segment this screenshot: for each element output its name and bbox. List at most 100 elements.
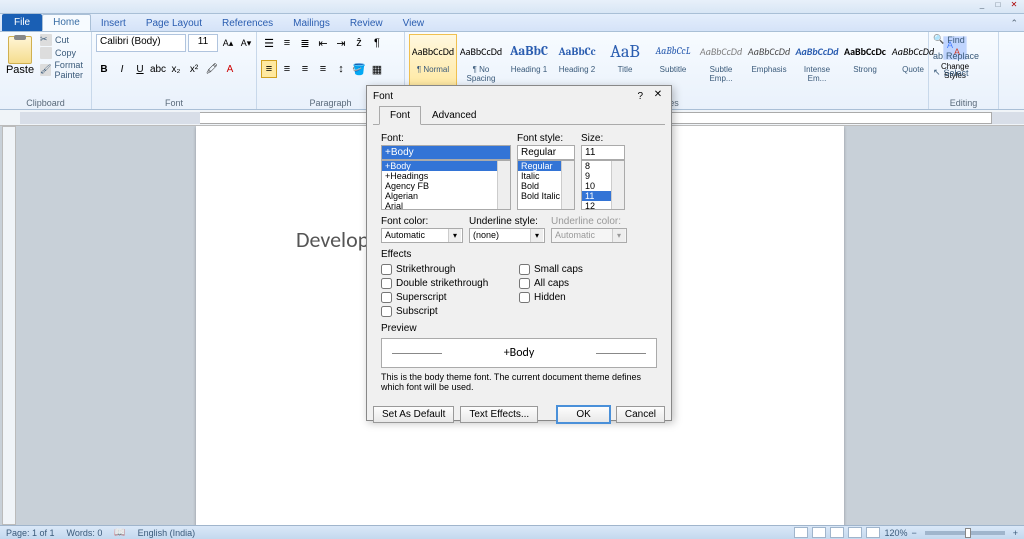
ok-button[interactable]: OK xyxy=(557,406,609,423)
status-language[interactable]: English (India) xyxy=(138,528,196,538)
view-print-layout-button[interactable] xyxy=(794,527,808,538)
tab-mailings[interactable]: Mailings xyxy=(283,16,340,31)
style-item[interactable]: AaBbCcDd¶ Normal xyxy=(409,34,457,88)
style-item[interactable]: AaBbCHeading 1 xyxy=(505,34,553,88)
sort-button[interactable]: ẑ xyxy=(351,34,367,52)
font-listbox[interactable]: +Body+HeadingsAgency FBAlgerianArial xyxy=(381,160,511,210)
subscript-button[interactable]: x₂ xyxy=(168,60,184,78)
maximize-button[interactable]: □ xyxy=(990,0,1006,12)
size-input[interactable] xyxy=(581,145,625,160)
tab-page-layout[interactable]: Page Layout xyxy=(136,16,212,31)
line-spacing-button[interactable]: ↕ xyxy=(333,60,349,78)
font-color-dropdown[interactable]: Automatic xyxy=(381,228,463,243)
view-draft-button[interactable] xyxy=(866,527,880,538)
font-list-item[interactable]: +Headings xyxy=(382,171,510,181)
effect-checkbox[interactable]: Small caps xyxy=(519,264,657,275)
zoom-percent[interactable]: 120% xyxy=(884,528,907,538)
tab-home[interactable]: Home xyxy=(42,14,91,31)
size-list-item[interactable]: 12 xyxy=(582,201,624,210)
status-words[interactable]: Words: 0 xyxy=(67,528,103,538)
effect-checkbox[interactable]: Superscript xyxy=(381,292,519,303)
shading-button[interactable]: 🪣 xyxy=(351,60,367,78)
cancel-button[interactable]: Cancel xyxy=(616,406,665,423)
tab-insert[interactable]: Insert xyxy=(91,16,136,31)
shrink-font-button[interactable]: A▾ xyxy=(238,34,254,52)
zoom-out-button[interactable]: − xyxy=(911,528,916,538)
style-gallery[interactable]: AaBbCcDd¶ NormalAaBbCcDd¶ No SpacingAaBb… xyxy=(409,34,937,88)
checkbox-input[interactable] xyxy=(381,292,392,303)
text-effects-button[interactable]: Text Effects... xyxy=(460,406,538,423)
font-list-item[interactable]: Agency FB xyxy=(382,181,510,191)
bullets-button[interactable]: ☰ xyxy=(261,34,277,52)
align-center-button[interactable]: ≡ xyxy=(279,60,295,78)
font-input[interactable] xyxy=(381,145,511,160)
dialog-close-button[interactable]: ✕ xyxy=(651,89,665,103)
size-list-item[interactable]: 10 xyxy=(582,181,624,191)
checkbox-input[interactable] xyxy=(519,278,530,289)
font-size-dropdown[interactable]: 11 xyxy=(188,34,218,52)
font-name-dropdown[interactable]: Calibri (Body) xyxy=(96,34,186,52)
font-list-item[interactable]: Algerian xyxy=(382,191,510,201)
numbering-button[interactable]: ≡ xyxy=(279,34,295,52)
underline-button[interactable]: U xyxy=(132,60,148,78)
align-right-button[interactable]: ≡ xyxy=(297,60,313,78)
format-painter-button[interactable]: 🖌Format Painter xyxy=(40,60,87,80)
style-item[interactable]: AaBbCcHeading 2 xyxy=(553,34,601,88)
style-list-item[interactable]: Bold xyxy=(518,181,574,191)
style-list-item[interactable]: Regular xyxy=(518,161,574,171)
status-proof-icon[interactable]: 📖 xyxy=(114,527,125,538)
status-page[interactable]: Page: 1 of 1 xyxy=(6,528,55,538)
effect-checkbox[interactable]: Strikethrough xyxy=(381,264,519,275)
tab-file[interactable]: File xyxy=(2,14,42,31)
effect-checkbox[interactable]: Subscript xyxy=(381,306,519,317)
font-list-item[interactable]: Arial xyxy=(382,201,510,210)
highlight-button[interactable]: 🖍 xyxy=(204,60,220,78)
zoom-in-button[interactable]: + xyxy=(1013,528,1018,538)
checkbox-input[interactable] xyxy=(519,292,530,303)
view-web-layout-button[interactable] xyxy=(830,527,844,538)
show-hide-button[interactable]: ¶ xyxy=(369,34,385,52)
dialog-tab-font[interactable]: Font xyxy=(379,106,421,125)
size-listbox[interactable]: 89101112 xyxy=(581,160,625,210)
style-item[interactable]: AaBbCcDcStrong xyxy=(841,34,889,88)
effect-checkbox[interactable]: All caps xyxy=(519,278,657,289)
strikethrough-button[interactable]: abc xyxy=(150,60,166,78)
set-default-button[interactable]: Set As Default xyxy=(373,406,454,423)
checkbox-input[interactable] xyxy=(381,306,392,317)
window-close-button[interactable]: ✕ xyxy=(1006,0,1022,12)
multilevel-button[interactable]: ≣ xyxy=(297,34,313,52)
borders-button[interactable]: ▦ xyxy=(369,60,385,78)
size-list-item[interactable]: 11 xyxy=(582,191,624,201)
view-full-screen-button[interactable] xyxy=(812,527,826,538)
decrease-indent-button[interactable]: ⇤ xyxy=(315,34,331,52)
select-button[interactable]: ↖Select xyxy=(933,67,969,78)
replace-button[interactable]: abReplace xyxy=(933,51,979,61)
copy-button[interactable]: Copy xyxy=(40,47,87,59)
grow-font-button[interactable]: A▴ xyxy=(220,34,236,52)
tab-view[interactable]: View xyxy=(393,16,435,31)
justify-button[interactable]: ≡ xyxy=(315,60,331,78)
checkbox-input[interactable] xyxy=(381,278,392,289)
cut-button[interactable]: ✂Cut xyxy=(40,34,87,46)
style-item[interactable]: AaBbCcDdSubtle Emp... xyxy=(697,34,745,88)
style-item[interactable]: AaBbCcDdEmphasis xyxy=(745,34,793,88)
style-item[interactable]: AaBbCcLSubtitle xyxy=(649,34,697,88)
zoom-slider[interactable] xyxy=(925,531,1005,535)
checkbox-input[interactable] xyxy=(381,264,392,275)
bold-button[interactable]: B xyxy=(96,60,112,78)
tab-review[interactable]: Review xyxy=(340,16,393,31)
underline-style-dropdown[interactable]: (none) xyxy=(469,228,545,243)
effect-checkbox[interactable]: Hidden xyxy=(519,292,657,303)
increase-indent-button[interactable]: ⇥ xyxy=(333,34,349,52)
italic-button[interactable]: I xyxy=(114,60,130,78)
font-color-button[interactable]: A xyxy=(222,60,238,78)
find-button[interactable]: 🔍Find xyxy=(933,34,965,45)
dialog-tab-advanced[interactable]: Advanced xyxy=(421,106,487,125)
effect-checkbox[interactable]: Double strikethrough xyxy=(381,278,519,289)
paste-button[interactable]: Paste xyxy=(4,34,36,78)
ribbon-minimize-icon[interactable]: ⌃ xyxy=(1004,16,1024,31)
style-list-item[interactable]: Bold Italic xyxy=(518,191,574,201)
view-outline-button[interactable] xyxy=(848,527,862,538)
style-list-item[interactable]: Italic xyxy=(518,171,574,181)
tab-references[interactable]: References xyxy=(212,16,283,31)
